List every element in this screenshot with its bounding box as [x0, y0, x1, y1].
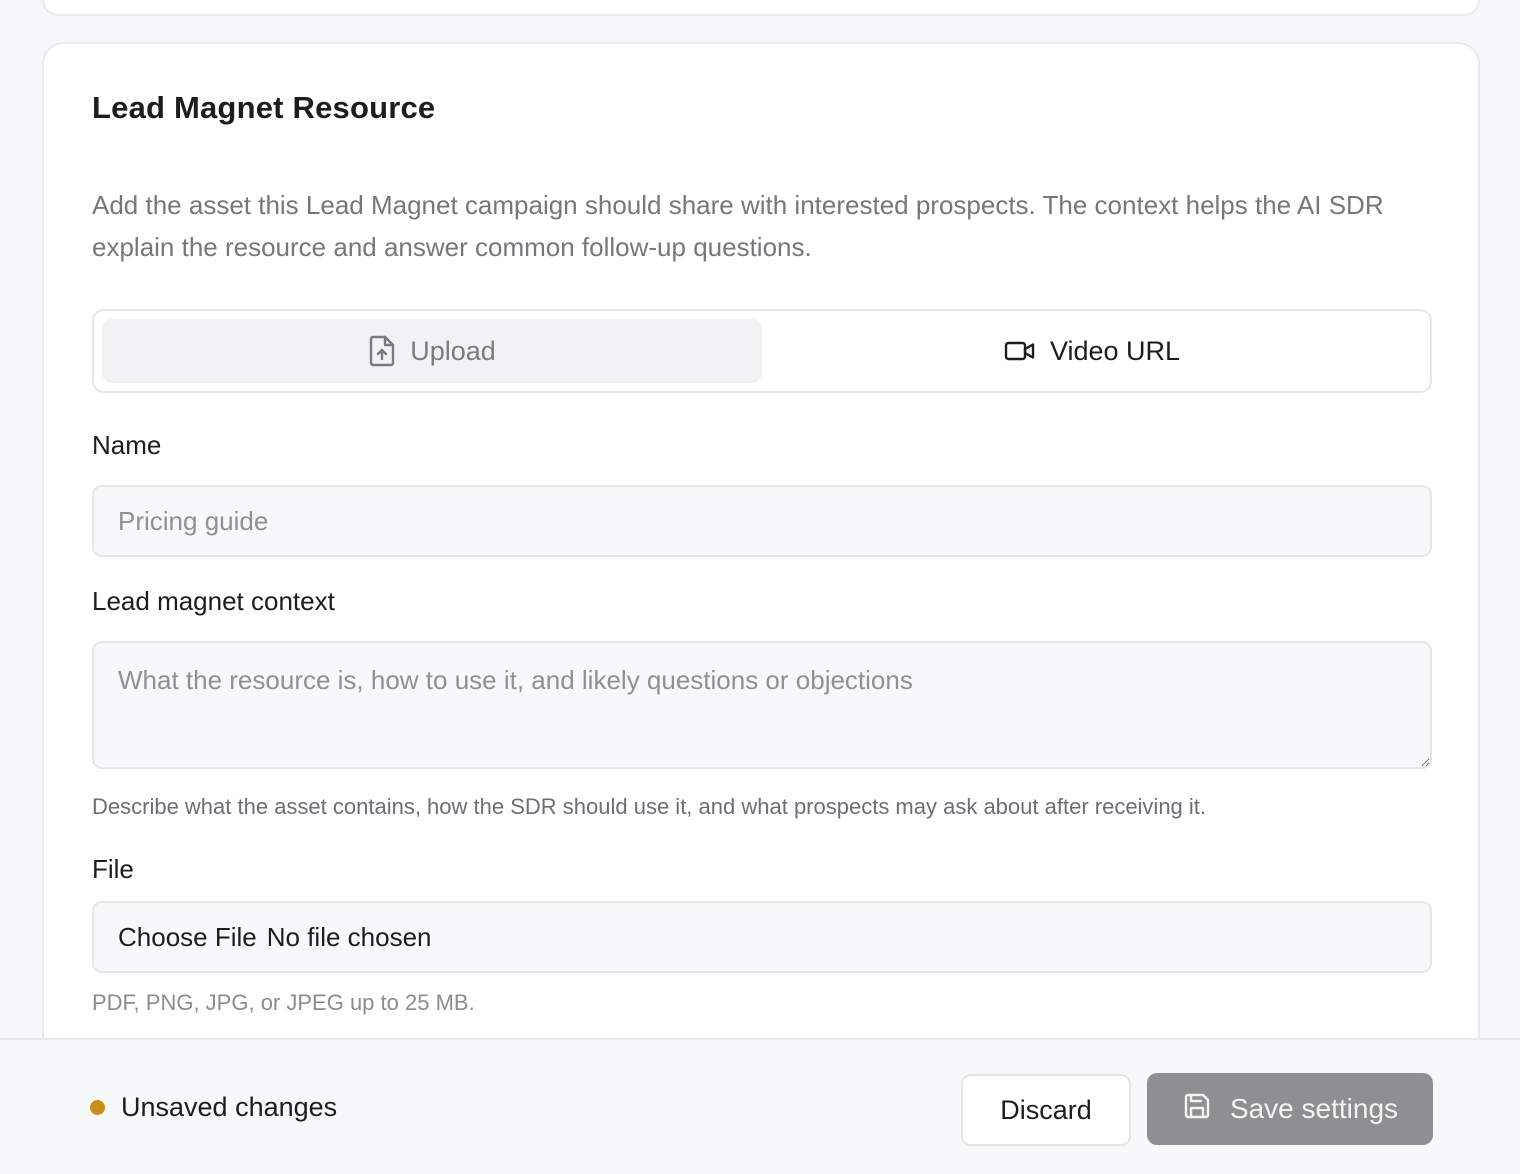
tab-video-url-label: Video URL	[1049, 335, 1181, 366]
tab-upload-label: Upload	[410, 335, 496, 366]
file-label: File	[92, 854, 134, 884]
context-help-text: Describe what the asset contains, how th…	[92, 794, 1207, 819]
resource-source-tabs: Upload Video URL	[92, 309, 1432, 393]
unsaved-status: Unsaved changes	[90, 1092, 337, 1123]
tab-video-url[interactable]: Video URL	[762, 319, 1422, 383]
status-dot-icon	[90, 1100, 105, 1115]
context-label: Lead magnet context	[92, 586, 335, 616]
settings-page: Lead Magnet Resource Add the asset this …	[0, 0, 1520, 1174]
discard-button[interactable]: Discard	[961, 1074, 1131, 1146]
save-bar: Unsaved changes Discard Save settings	[0, 1038, 1520, 1174]
section-title: Lead Magnet Resource	[92, 90, 436, 125]
name-input[interactable]	[92, 485, 1432, 557]
save-icon	[1182, 1091, 1212, 1128]
context-textarea[interactable]	[92, 641, 1432, 769]
section-description: Add the asset this Lead Magnet campaign …	[92, 190, 1384, 262]
file-upload-icon	[368, 335, 396, 367]
unsaved-status-label: Unsaved changes	[121, 1092, 338, 1122]
name-label: Name	[92, 430, 162, 460]
save-settings-button[interactable]: Save settings	[1147, 1073, 1433, 1145]
previous-section-card	[42, 0, 1480, 16]
save-settings-label: Save settings	[1229, 1093, 1399, 1124]
lead-magnet-resource-card: Lead Magnet Resource Add the asset this …	[42, 42, 1480, 1174]
file-input[interactable]: Choose File No file chosen	[92, 901, 1432, 973]
file-help-text: PDF, PNG, JPG, or JPEG up to 25 MB.	[92, 990, 475, 1015]
choose-file-button[interactable]: Choose File	[118, 922, 257, 953]
video-camera-icon	[1004, 339, 1036, 363]
file-status-text: No file chosen	[266, 921, 432, 952]
tab-upload[interactable]: Upload	[102, 319, 762, 383]
